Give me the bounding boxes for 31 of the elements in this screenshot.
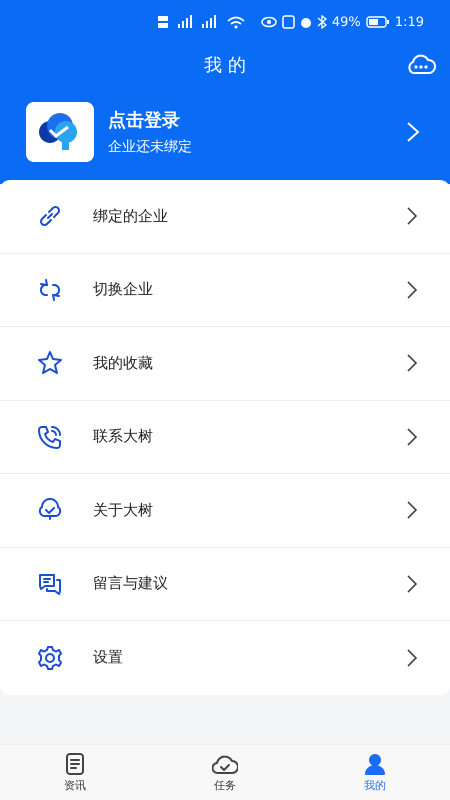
login-subtitle: 企业还未绑定 [108, 138, 193, 156]
status-time: 1:19 [394, 14, 424, 30]
menu-item[interactable]: 我的收藏 [0, 327, 450, 400]
menu-item[interactable]: 切换企业 [0, 254, 450, 327]
chevron-icon [406, 353, 418, 374]
nav-tab[interactable]: 任务 [150, 745, 300, 800]
bluetooth-icon [316, 15, 327, 29]
menu-item[interactable]: 联系大树 [0, 400, 450, 474]
chevron-icon [406, 648, 418, 668]
person-icon [362, 752, 388, 776]
battery-percent: 49% [332, 14, 361, 30]
menu-item[interactable]: 关于大树 [0, 474, 450, 548]
cloud-icon[interactable] [406, 53, 436, 75]
page-title: 我 的 [204, 54, 246, 77]
settings-icon [36, 644, 64, 672]
menu-item[interactable]: 绑定的企业 [0, 180, 450, 254]
chevron-icon [406, 280, 418, 300]
login-row[interactable]: 点击登录 企业还未绑定 [0, 86, 450, 162]
chevron-icon [406, 426, 418, 447]
login-title: 点击登录 [108, 109, 181, 132]
menu-item[interactable]: 留言与建议 [0, 548, 450, 621]
nav-tab[interactable]: 资讯 [0, 745, 150, 800]
chevron-icon [406, 500, 418, 520]
eye-icon [260, 15, 277, 29]
nav-tab[interactable]: 我的 [300, 745, 450, 800]
chevron-icon [406, 206, 418, 226]
menu-item[interactable]: 设置 [0, 621, 450, 694]
battery-icon [366, 16, 390, 28]
chevron-icon [406, 121, 420, 143]
app-logo [26, 102, 94, 162]
chevron-icon [406, 574, 418, 594]
